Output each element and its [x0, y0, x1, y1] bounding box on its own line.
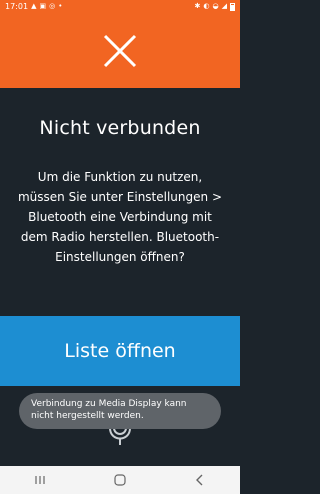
- image-icon: ▣: [39, 2, 47, 10]
- status-bar: 17:01 ▲ ▣ ◎ • ✱ ◐ ◒ ◢: [0, 0, 240, 14]
- home-button[interactable]: [100, 466, 140, 494]
- back-button[interactable]: [180, 466, 220, 494]
- back-icon: [196, 474, 203, 486]
- battery-icon: [230, 2, 235, 11]
- dot-icon: •: [58, 2, 63, 10]
- recent-apps-icon: [35, 476, 45, 484]
- connection-message: Um die Funktion zu nutzen, müssen Sie un…: [17, 170, 222, 264]
- navigation-icon: ▲: [31, 2, 37, 10]
- close-icon[interactable]: [102, 33, 138, 69]
- bluetooth-icon: ✱: [194, 2, 201, 10]
- toast-text: Verbindung zu Media Display kann nicht h…: [31, 399, 187, 421]
- recent-apps-button[interactable]: [20, 466, 60, 494]
- toast-message: Verbindung zu Media Display kann nicht h…: [19, 393, 221, 429]
- header-bar: [0, 14, 240, 88]
- mute-icon: ◐: [203, 2, 210, 10]
- open-list-button[interactable]: Liste öffnen: [0, 316, 240, 386]
- open-list-label: Liste öffnen: [64, 340, 176, 362]
- sync-icon: ◎: [49, 2, 56, 10]
- status-time: 17:01: [5, 2, 29, 11]
- home-icon: [114, 474, 126, 486]
- page-title: Nicht verbunden: [39, 117, 201, 139]
- navigation-bar: [0, 466, 240, 494]
- signal-icon: ◢: [221, 2, 227, 10]
- wifi-icon: ◒: [212, 2, 219, 10]
